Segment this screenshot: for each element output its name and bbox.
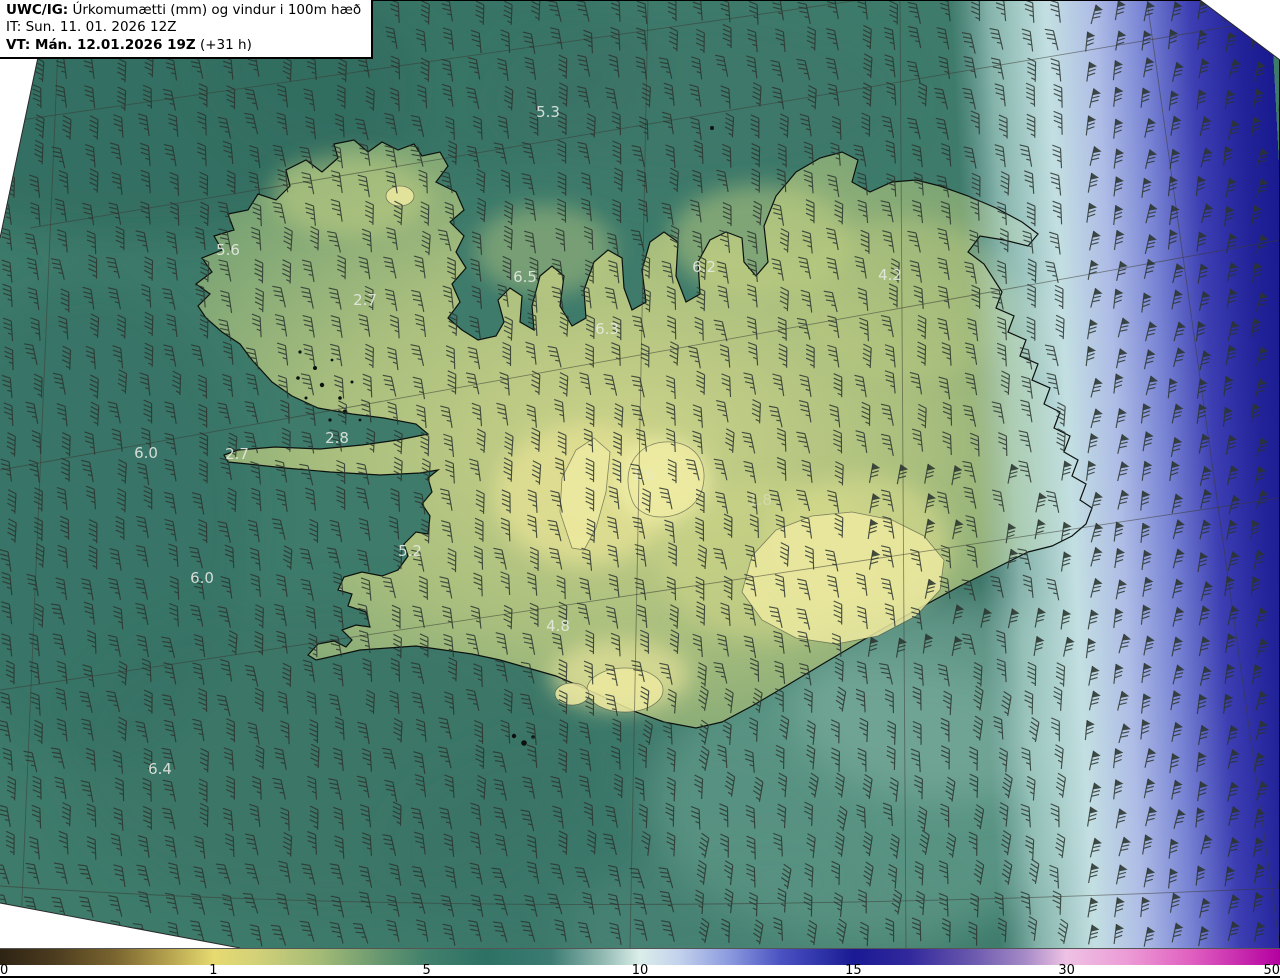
colorbar-tick-label: 15 — [845, 963, 862, 978]
contour-label: 4.2 — [878, 266, 902, 284]
colorbar-tick-label: 10 — [631, 963, 649, 978]
colorbar-zone: 0 1 5 10 15 30 50 — [0, 948, 1280, 978]
valid-time: VT: Mán. 12.01.2026 19Z — [6, 36, 196, 53]
colorbar-tick-label: 50 — [1263, 963, 1280, 978]
contour-label: 4.8 — [546, 617, 570, 635]
title-line-3: VT: Mán. 12.01.2026 19Z (+31 h) — [6, 36, 252, 53]
title-box: UWC/IG: Úrkomumætti (mm) og vindur i 100… — [0, 0, 374, 59]
contour-label: 5.2 — [398, 542, 422, 560]
colorbar-tick-label: 0 — [0, 963, 9, 978]
title-line-2: IT: Sun. 11. 01. 2026 12Z — [6, 19, 177, 36]
map-area: 5.3 5.6 6.5 6.2 4.2 2.7 6.3 2.8 6.0 2.7 1.6 1.8 5.2 6… — [0, 0, 1280, 948]
contour-label: 6.2 — [692, 258, 716, 276]
contour-label: 2.8 — [325, 429, 349, 447]
colorbar-tick-label: 5 — [422, 963, 431, 978]
contour-label: 6.5 — [513, 268, 537, 286]
colorbar-tick-label: 1 — [209, 963, 218, 978]
contour-label: 2.7 — [225, 445, 249, 463]
colorbar-tick-label: 30 — [1058, 963, 1075, 978]
model-id: UWC/IG: — [6, 2, 69, 18]
contour-label: 5.6 — [216, 241, 240, 259]
contour-label: 5.3 — [536, 103, 560, 121]
weather-map: 5.3 5.6 6.5 6.2 4.2 2.7 6.3 2.8 6.0 2.7 1.6 1.8 5.2 6… — [0, 0, 1280, 948]
title-line-1: UWC/IG: Úrkomumætti (mm) og vindur i 100… — [6, 2, 362, 18]
contour-label: 6.4 — [148, 760, 172, 778]
weather-chart-screenshot: 5.3 5.6 6.5 6.2 4.2 2.7 6.3 2.8 6.0 2.7 1.6 1.8 5.2 6… — [0, 0, 1280, 978]
contour-label: 6.0 — [190, 569, 214, 587]
contour-label: 1.6 — [631, 466, 655, 484]
contour-label: 2.7 — [353, 291, 377, 309]
contour-label: 6.0 — [134, 444, 158, 462]
contour-label: 6.3 — [595, 320, 619, 338]
colorbar-tick-labels: 0 1 5 10 15 30 50 — [0, 963, 1280, 978]
contour-label: 1.8 — [748, 491, 772, 509]
